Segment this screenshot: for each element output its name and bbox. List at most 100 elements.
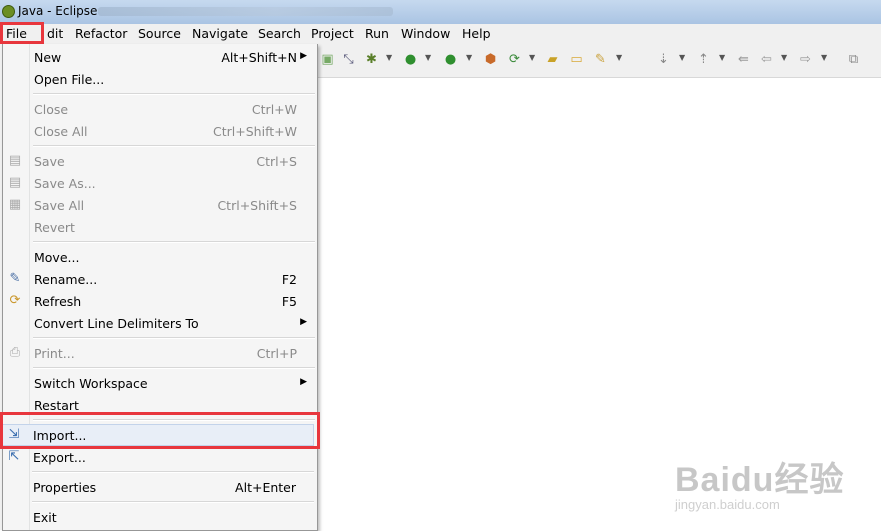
chevron-down-icon[interactable]: ▼ <box>466 53 472 62</box>
menu-navigate[interactable]: Navigate <box>192 26 248 41</box>
submenu-arrow-icon: ▶ <box>300 377 307 387</box>
menu-item-label: Refresh <box>34 294 82 309</box>
eclipse-icon <box>2 5 15 18</box>
menu-item-shortcut: Ctrl+Shift+S <box>217 198 297 213</box>
menu-item-shortcut: F5 <box>281 294 297 309</box>
forward-icon[interactable]: ⇨ <box>798 52 813 67</box>
open-type-icon[interactable]: ▰ <box>545 52 560 67</box>
search-icon[interactable]: ✎ <box>593 52 608 67</box>
menu-run[interactable]: Run <box>365 26 389 41</box>
watermark-logo-text: Baidu经验 <box>675 461 845 499</box>
chevron-down-icon[interactable]: ▼ <box>781 53 787 62</box>
run-icon[interactable]: ● <box>403 52 418 67</box>
menu-item-save[interactable]: ▤ Save Ctrl+S <box>3 150 317 172</box>
menu-item-switch-workspace[interactable]: Switch Workspace ▶ <box>3 372 317 394</box>
menu-item-label: Move... <box>34 250 80 265</box>
open-folder-icon[interactable]: ▭ <box>569 52 584 67</box>
import-highlight-box <box>0 412 320 449</box>
back-icon[interactable]: ⇦ <box>759 52 774 67</box>
save-icon: ▤ <box>8 153 22 168</box>
menu-item-refresh[interactable]: ⟳ Refresh F5 <box>3 290 317 312</box>
menu-help[interactable]: Help <box>462 26 491 41</box>
link-icon[interactable]: ⤡ <box>341 52 356 67</box>
baidu-watermark: Baidu经验 jingyan.baidu.com <box>675 452 844 512</box>
menu-bar: File dit Refactor Source Navigate Search… <box>0 24 881 44</box>
chevron-down-icon[interactable]: ▼ <box>679 53 685 62</box>
menu-separator <box>33 93 315 95</box>
menu-item-shortcut: F2 <box>281 272 297 287</box>
menu-item-exit[interactable]: Exit <box>2 506 316 528</box>
menu-item-export[interactable]: ⇱ Export... <box>2 446 316 468</box>
save-as-icon: ▤ <box>8 175 22 190</box>
export-icon: ⇱ <box>8 449 20 464</box>
last-edit-icon[interactable]: ⇚ <box>736 52 751 67</box>
menu-window[interactable]: Window <box>401 26 450 41</box>
run-external-icon[interactable]: ● <box>443 52 458 67</box>
menu-item-shortcut: Ctrl+W <box>251 102 297 117</box>
menu-item-close-all[interactable]: Close All Ctrl+Shift+W <box>3 120 317 142</box>
new-class-icon[interactable]: ▣ <box>320 52 335 67</box>
menu-refactor[interactable]: Refactor <box>75 26 127 41</box>
menu-separator <box>33 145 315 147</box>
menu-item-shortcut: Ctrl+Shift+W <box>213 124 297 139</box>
blurred-title-path <box>98 7 393 16</box>
menu-separator <box>32 501 314 503</box>
previous-annotation-icon[interactable]: ⇡ <box>696 52 711 67</box>
open-perspective-icon[interactable]: ⧉ <box>846 52 861 67</box>
next-annotation-icon[interactable]: ⇣ <box>656 52 671 67</box>
submenu-arrow-icon: ▶ <box>300 317 307 327</box>
print-icon: ⎙ <box>9 345 21 360</box>
menu-item-label: Revert <box>34 220 75 235</box>
menu-separator <box>33 367 315 369</box>
menu-item-open-file[interactable]: Open File... <box>3 68 317 90</box>
menu-item-close[interactable]: Close Ctrl+W <box>3 98 317 120</box>
menu-item-revert[interactable]: Revert <box>3 216 317 238</box>
menu-item-shortcut: Ctrl+P <box>256 346 297 361</box>
menu-item-save-as[interactable]: ▤ Save As... <box>3 172 317 194</box>
chevron-down-icon[interactable]: ▼ <box>529 53 535 62</box>
save-all-icon: ▦ <box>8 197 22 212</box>
menu-item-label: Open File... <box>34 72 105 87</box>
menu-item-label: Close All <box>34 124 88 139</box>
menu-item-rename[interactable]: ✎ Rename... F2 <box>3 268 317 290</box>
chevron-down-icon[interactable]: ▼ <box>386 53 392 62</box>
debug-icon[interactable]: ✱ <box>364 52 379 67</box>
chevron-down-icon[interactable]: ▼ <box>616 53 622 62</box>
submenu-arrow-icon: ▶ <box>300 51 307 61</box>
menu-item-label: New <box>34 50 62 65</box>
menu-project[interactable]: Project <box>311 26 354 41</box>
menu-item-label: Rename... <box>34 272 98 287</box>
new-wizard-icon[interactable]: ⟳ <box>507 52 522 67</box>
chevron-down-icon[interactable]: ▼ <box>425 53 431 62</box>
build-icon[interactable]: ⬢ <box>483 52 498 67</box>
menu-item-save-all[interactable]: ▦ Save All Ctrl+Shift+S <box>3 194 317 216</box>
menu-item-label: Print... <box>34 346 75 361</box>
file-menu-highlight-box <box>0 22 44 44</box>
menu-edit[interactable]: dit <box>47 26 63 41</box>
menu-item-label: Save As... <box>34 176 96 191</box>
refresh-icon: ⟳ <box>9 293 21 308</box>
chevron-down-icon[interactable]: ▼ <box>821 53 827 62</box>
menu-item-label: Save All <box>34 198 85 213</box>
menu-item-label: Switch Workspace <box>34 376 148 391</box>
menu-item-new[interactable]: New Alt+Shift+N ▶ <box>3 46 317 68</box>
menu-item-label: Convert Line Delimiters To <box>34 316 199 331</box>
menu-item-properties[interactable]: Properties Alt+Enter <box>2 476 316 498</box>
chevron-down-icon[interactable]: ▼ <box>719 53 725 62</box>
menu-search[interactable]: Search <box>258 26 301 41</box>
menu-item-move[interactable]: Move... <box>3 246 317 268</box>
title-bar: Java - Eclipse <box>0 0 881 24</box>
menu-item-label: Close <box>34 102 69 117</box>
menu-item-convert-line-delimiters[interactable]: Convert Line Delimiters To ▶ <box>3 312 317 334</box>
menu-source[interactable]: Source <box>138 26 181 41</box>
menu-item-label: Exit <box>33 510 57 525</box>
menu-item-shortcut: Alt+Enter <box>235 480 296 495</box>
menu-item-label: Export... <box>33 450 86 465</box>
menu-item-shortcut: Ctrl+S <box>256 154 297 169</box>
menu-item-print[interactable]: ⎙ Print... Ctrl+P <box>3 342 317 364</box>
menu-separator <box>33 337 315 339</box>
menu-item-shortcut: Alt+Shift+N <box>221 50 297 65</box>
menu-item-label: Save <box>34 154 65 169</box>
menu-separator <box>33 241 315 243</box>
menu-item-label: Properties <box>33 480 97 495</box>
